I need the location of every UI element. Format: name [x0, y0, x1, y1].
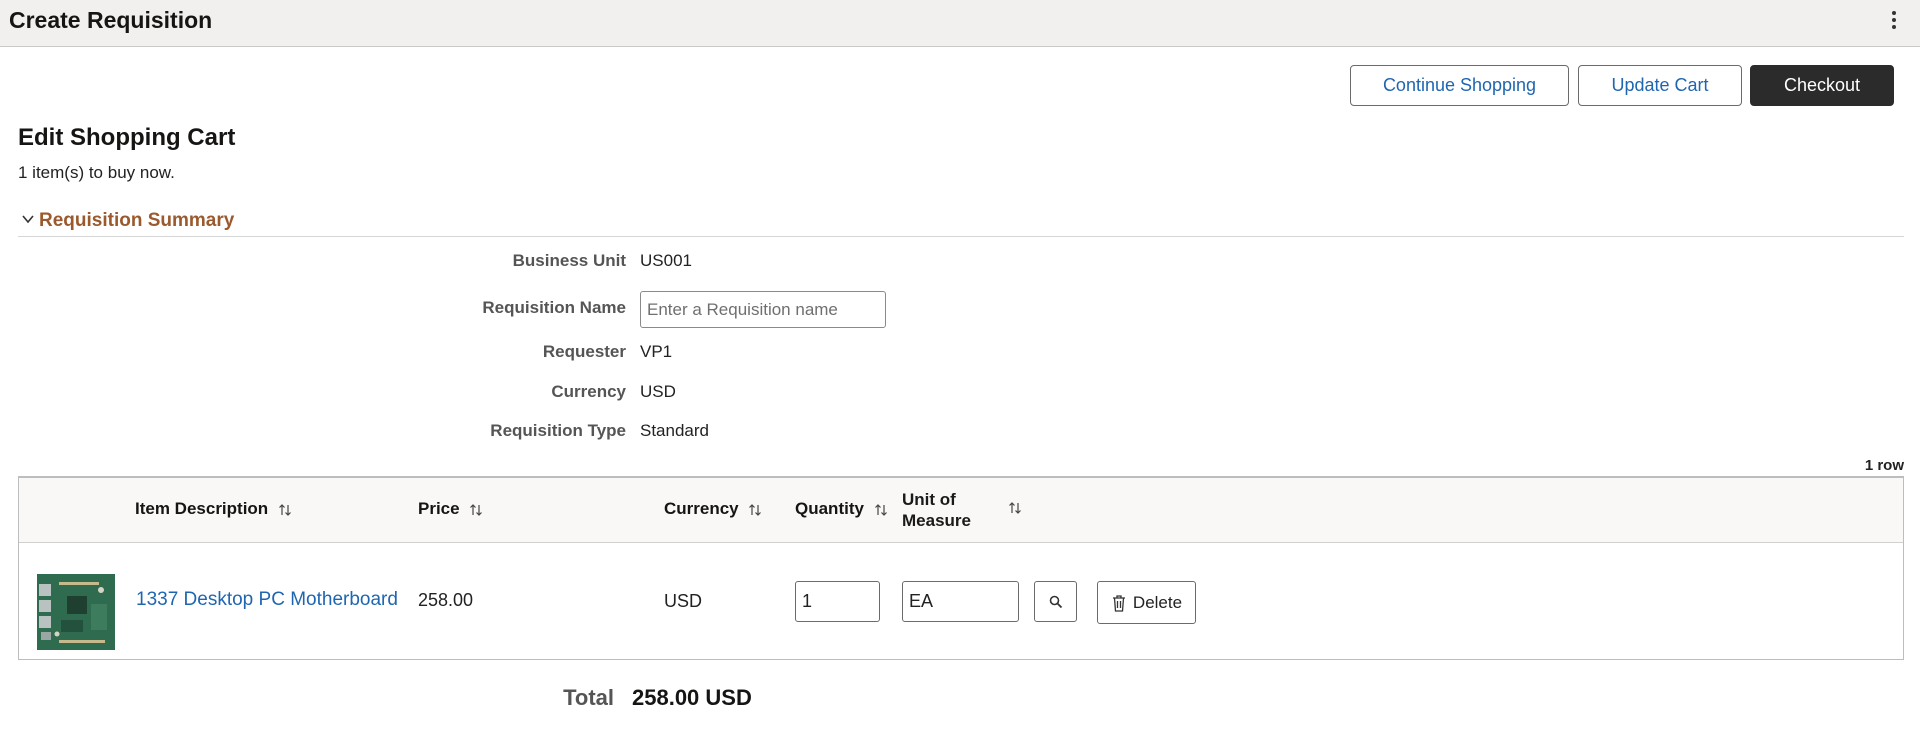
page-title: Edit Shopping Cart: [18, 124, 236, 151]
column-header-label: Currency: [664, 499, 739, 518]
requester-value: VP1: [640, 342, 673, 361]
column-header-label: Quantity: [795, 499, 864, 518]
kebab-icon[interactable]: [1888, 9, 1900, 33]
requisition-summary-header: Requisition Summary: [39, 210, 235, 231]
checkout-button[interactable]: Checkout: [1750, 65, 1894, 106]
unit-of-measure-input[interactable]: [902, 581, 1019, 622]
column-header-label: Price: [418, 499, 460, 518]
total-value: 258.00 USD: [632, 685, 752, 710]
cart-grid: Item Description Price Currency Quantity…: [18, 476, 1904, 660]
chevron-down-icon: [22, 215, 34, 224]
requisition-type-value: Standard: [640, 421, 709, 440]
search-icon: [1049, 595, 1062, 608]
total-label: Total: [563, 685, 614, 710]
grid-header: Item Description Price Currency Quantity…: [19, 478, 1903, 543]
sort-icon: [470, 503, 483, 516]
delete-button[interactable]: Delete: [1097, 581, 1196, 624]
item-count-text: 1 item(s) to buy now.: [18, 163, 175, 182]
business-unit-label: Business Unit: [512, 251, 626, 270]
quantity-input[interactable]: [795, 581, 880, 622]
currency-label: Currency: [551, 382, 626, 401]
column-header-unit-of-measure[interactable]: Unit of Measure: [902, 489, 971, 531]
column-header-label: Item Description: [135, 499, 269, 518]
column-header-item-description[interactable]: Item Description: [135, 499, 293, 519]
requisition-type-label: Requisition Type: [490, 421, 626, 440]
app-title: Create Requisition: [9, 7, 213, 33]
currency-cell: USD: [664, 591, 703, 611]
sort-icon: [749, 503, 762, 516]
business-unit-value: US001: [640, 251, 692, 270]
app-header: Create Requisition: [0, 0, 1920, 47]
motherboard-thumbnail: [37, 574, 115, 650]
sort-icon: [874, 503, 887, 516]
requisition-name-input[interactable]: [640, 291, 886, 328]
column-header-label: Measure: [902, 511, 971, 530]
currency-value: USD: [640, 382, 676, 401]
uom-lookup-button[interactable]: [1034, 581, 1077, 622]
row-count: 1 row: [1864, 457, 1904, 474]
requisition-name-label: Requisition Name: [482, 298, 626, 317]
column-header-label: Unit of: [902, 490, 956, 509]
requisition-summary-toggle[interactable]: Requisition Summary: [18, 208, 1904, 237]
item-description-link[interactable]: 1337 Desktop PC Motherboard: [136, 589, 398, 611]
update-cart-button[interactable]: Update Cart: [1578, 65, 1742, 106]
column-header-price[interactable]: Price: [418, 499, 484, 519]
price-cell: 258.00: [418, 590, 474, 610]
delete-label: Delete: [1132, 592, 1183, 612]
trash-icon: [1112, 594, 1125, 612]
continue-shopping-button[interactable]: Continue Shopping: [1350, 65, 1569, 106]
column-header-currency[interactable]: Currency: [664, 499, 763, 519]
requester-label: Requester: [542, 342, 626, 361]
sort-icon: [279, 503, 291, 516]
column-header-quantity[interactable]: Quantity: [795, 499, 889, 519]
sort-icon[interactable]: [1007, 500, 1023, 516]
